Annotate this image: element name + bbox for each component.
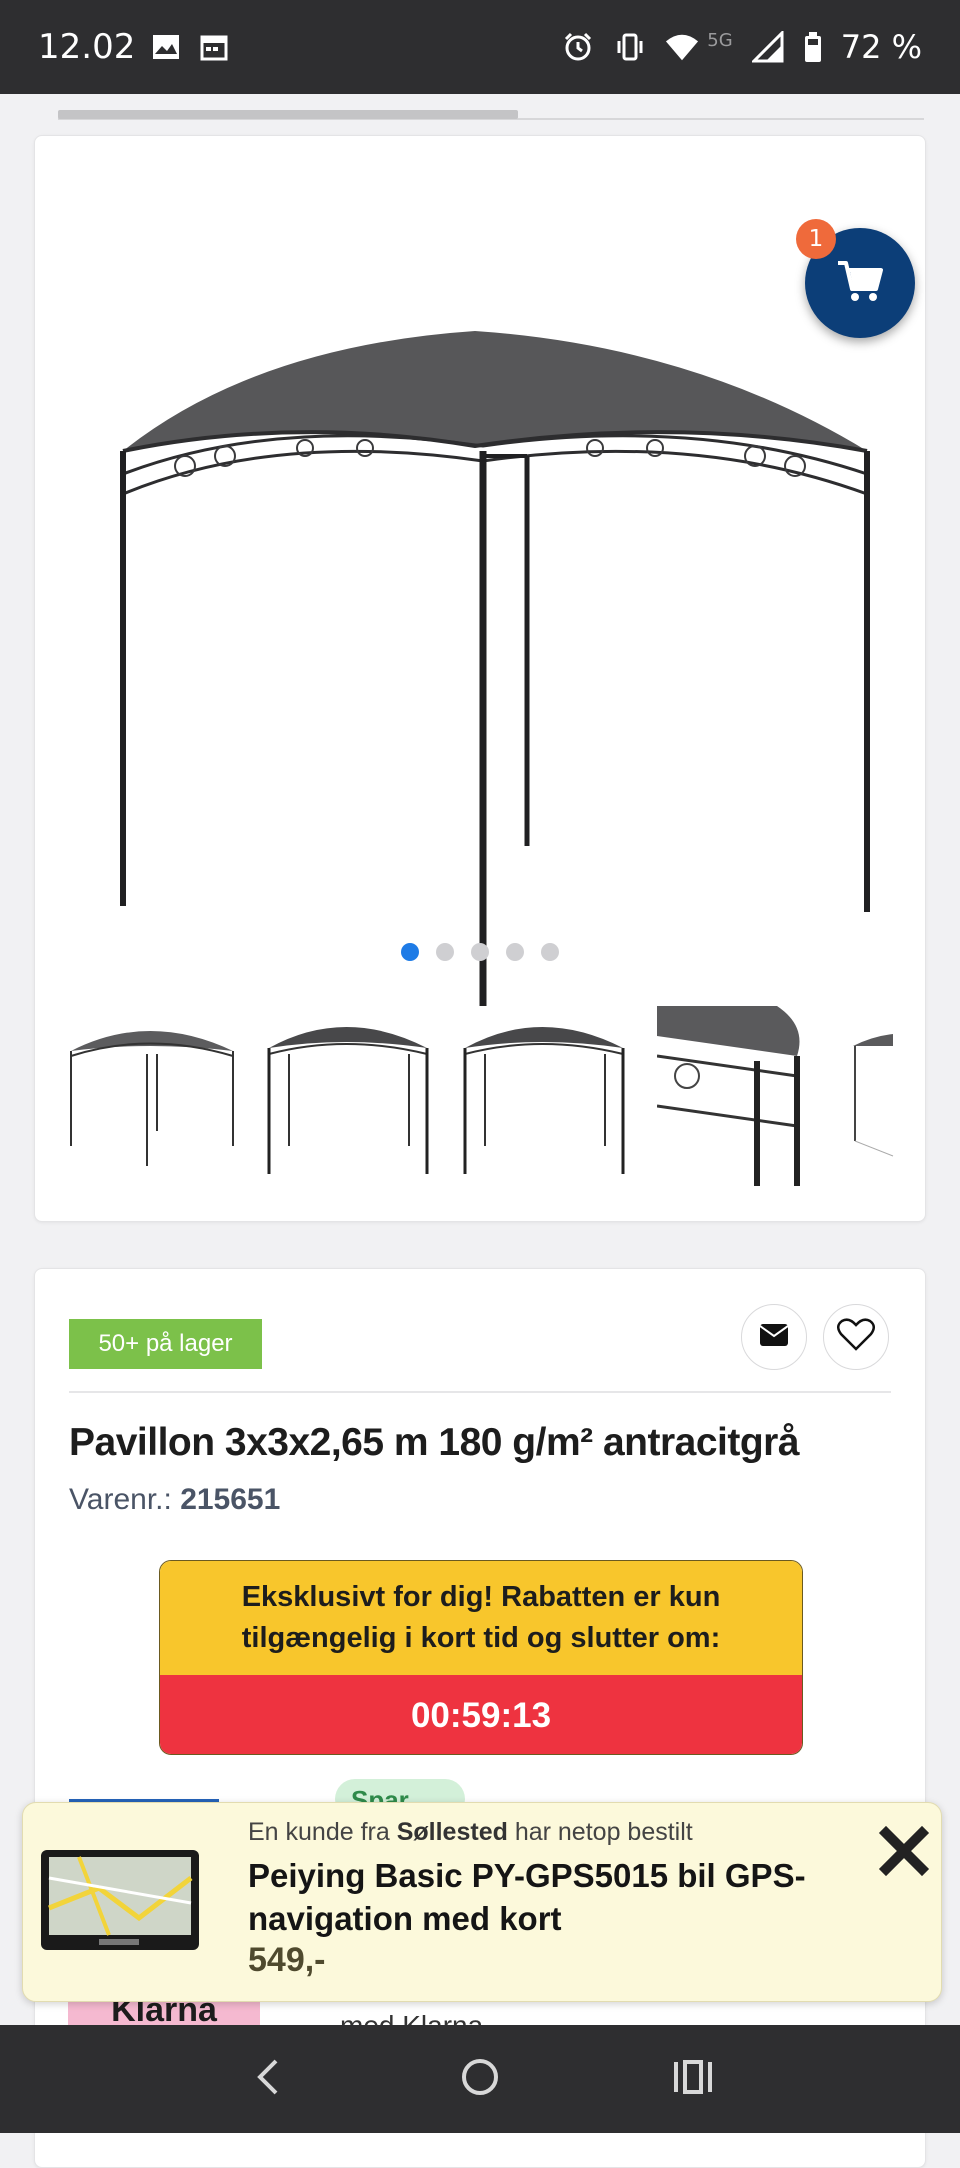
gallery-dot[interactable] [506,943,524,961]
sku-line: Varenr.: 215651 [69,1483,280,1517]
wishlist-button[interactable] [823,1304,889,1370]
promo-banner: Eksklusivt for dig! Rabatten er kun tilg… [159,1560,803,1755]
divider [69,1391,891,1393]
gallery-thumbnail[interactable] [265,1006,431,1186]
heart-icon [837,1317,875,1357]
gallery-dot[interactable] [436,943,454,961]
close-notification-button[interactable] [876,1823,932,1879]
image-icon [149,30,183,64]
status-bar: 12.02 5G 72 % [0,0,960,94]
network-type: 5G [707,29,733,51]
battery-level: 72 % [840,28,922,66]
notification-prefix: En kunde fra [248,1818,390,1846]
recents-button[interactable] [663,2049,723,2109]
battery-icon [803,30,823,64]
sku-value: 215651 [180,1483,281,1516]
notification-city: Søllested [396,1818,508,1846]
gallery-dot[interactable] [471,943,489,961]
notification-price: 549,- [248,1941,326,1979]
back-button[interactable] [237,2049,297,2109]
wifi-icon [665,30,699,64]
stock-badge: 50+ på lager [69,1319,262,1369]
email-button[interactable] [741,1304,807,1370]
gallery-dot[interactable] [401,943,419,961]
product-title: Pavillon 3x3x2,65 m 180 g/m² antracitgrå [69,1421,800,1464]
system-navigation-bar [0,2025,960,2133]
alarm-icon [561,30,595,64]
status-time: 12.02 [38,27,136,67]
countdown-timer: 00:59:13 [160,1675,802,1754]
close-icon [876,1825,932,1883]
recents-icon [673,2059,713,2100]
product-main-image[interactable] [75,226,915,1066]
gallery-thumbnail[interactable] [853,1006,925,1186]
horizontal-scroll-thumb[interactable] [58,110,518,119]
notification-suffix: har netop bestilt [514,1818,693,1846]
gallery-thumbnail[interactable] [656,1006,823,1186]
gallery-dots [35,943,925,961]
order-notification[interactable]: En kunde fra Søllested har netop bestilt… [22,1802,942,2002]
notification-meta: En kunde fra Søllested har netop bestilt [248,1818,693,1847]
cart-icon [836,259,884,308]
gallery-thumbnails [69,1006,925,1196]
sku-label: Varenr.: [69,1483,172,1516]
home-icon [460,2057,500,2102]
promo-text: Eksklusivt for dig! Rabatten er kun tilg… [160,1561,802,1675]
signal-icon [751,30,785,64]
gallery-thumbnail[interactable] [461,1006,627,1186]
product-gallery [34,135,926,1222]
notification-product[interactable]: Peiying Basic PY-GPS5015 bil GPS-navigat… [248,1855,848,1941]
cart-count-badge: 1 [796,219,836,259]
gallery-thumbnail[interactable] [69,1006,235,1186]
calendar-icon [197,30,231,64]
home-button[interactable] [450,2049,510,2109]
gallery-dot[interactable] [541,943,559,961]
envelope-icon [759,1323,789,1351]
back-icon [252,2057,282,2102]
gps-product-image [39,1848,201,1952]
vibrate-icon [613,30,647,64]
